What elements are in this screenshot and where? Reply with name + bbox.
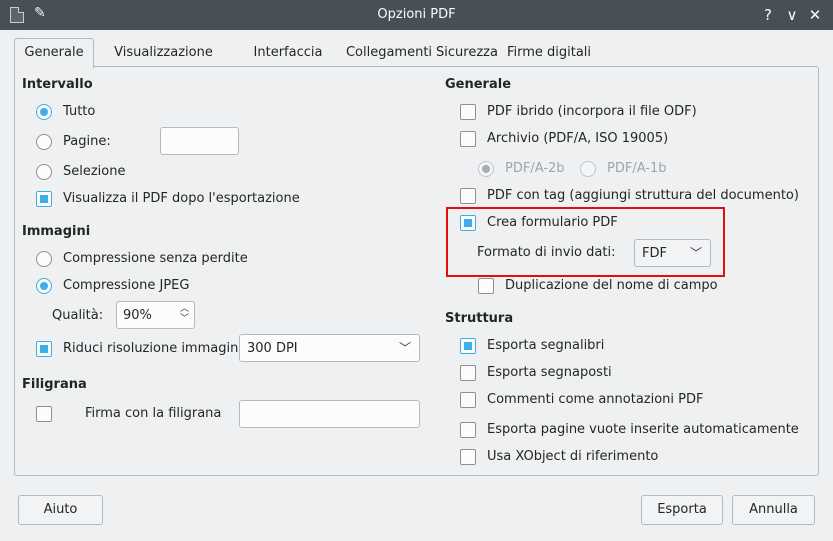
label-pages: Pagine: <box>63 134 111 149</box>
checkbox-comments-annotations[interactable] <box>460 392 476 408</box>
close-icon[interactable]: ✕ <box>805 4 825 26</box>
radio-lossless[interactable] <box>36 251 52 267</box>
label-hybrid-pdf: PDF ibrido (incorpora il file ODF) <box>487 104 697 119</box>
help-icon[interactable]: ? <box>758 4 778 26</box>
label-all: Tutto <box>63 104 96 119</box>
checkbox-tagged-pdf[interactable] <box>460 188 476 204</box>
label-quality: Qualità: <box>52 308 104 323</box>
label-submit-format: Formato di invio dati: <box>477 245 616 260</box>
radio-jpeg[interactable] <box>36 278 52 294</box>
quality-spinbox[interactable]: 90% ︿ ﹀ <box>116 301 195 329</box>
checkbox-reference-xobject[interactable] <box>460 449 476 465</box>
radio-pdfa-2b[interactable] <box>478 161 494 177</box>
cancel-button[interactable]: Annulla <box>732 495 815 525</box>
range-section-title: Intervallo <box>22 77 93 92</box>
label-selection: Selezione <box>63 164 126 179</box>
tab-collegamenti[interactable]: Collegamenti <box>344 41 434 67</box>
tab-sicurezza[interactable]: Sicurezza <box>434 41 500 67</box>
structure-section-title: Struttura <box>445 311 514 326</box>
label-comments-annotations: Commenti come annotazioni PDF <box>487 392 704 407</box>
checkbox-export-blank-pages[interactable] <box>460 422 476 438</box>
quality-value: 90% <box>123 308 152 323</box>
checkbox-watermark[interactable] <box>36 406 52 422</box>
chevron-down-icon: ﹀ <box>398 341 411 355</box>
label-jpeg: Compressione JPEG <box>63 278 190 293</box>
export-button[interactable]: Esporta <box>641 495 723 525</box>
submit-format-value: FDF <box>642 246 667 261</box>
checkbox-create-form[interactable] <box>460 215 476 231</box>
checkbox-hybrid-pdf[interactable] <box>460 104 476 120</box>
label-lossless: Compressione senza perdite <box>63 251 248 266</box>
tab-visualizzazione-iniziale[interactable]: Visualizzazione iniziale <box>95 41 232 84</box>
label-export-placeholders: Esporta segnaposti <box>487 365 612 380</box>
resolution-value: 300 DPI <box>247 341 298 356</box>
watermark-input[interactable] <box>239 400 420 428</box>
checkbox-archive[interactable] <box>460 131 476 147</box>
label-pdfa-2b: PDF/A-2b <box>505 161 565 176</box>
submit-format-combobox[interactable]: FDF ﹀ <box>634 239 711 267</box>
label-reference-xobject: Usa XObject di riferimento <box>487 449 659 464</box>
minimize-icon[interactable]: ∨ <box>782 4 802 26</box>
label-reduce-resolution: Riduci risoluzione immagine <box>63 341 247 356</box>
label-pdfa-1b: PDF/A-1b <box>607 161 667 176</box>
spin-arrows-icon[interactable]: ︿ ﹀ <box>180 304 189 324</box>
checkbox-export-placeholders[interactable] <box>460 365 476 381</box>
radio-all[interactable] <box>36 104 52 120</box>
checkbox-view-pdf[interactable] <box>36 191 52 207</box>
resolution-combobox[interactable]: 300 DPI ﹀ <box>239 334 420 362</box>
label-export-blank-pages: Esporta pagine vuote inserite automatica… <box>487 422 799 437</box>
pages-input[interactable] <box>160 127 239 155</box>
label-export-bookmarks: Esporta segnalibri <box>487 338 605 353</box>
watermark-section-title: Filigrana <box>22 377 87 392</box>
label-view-pdf: Visualizza il PDF dopo l'esportazione <box>63 191 300 206</box>
tab-interfaccia-utente[interactable]: Interfaccia utente <box>233 41 343 84</box>
help-button[interactable]: Aiuto <box>18 495 103 525</box>
radio-selection[interactable] <box>36 164 52 180</box>
window-title: Opzioni PDF <box>377 7 456 22</box>
label-archive: Archivio (PDF/A, ISO 19005) <box>487 131 669 146</box>
radio-pdfa-1b[interactable] <box>580 161 596 177</box>
chevron-down-icon: ﹀ <box>689 246 702 260</box>
label-create-form: Crea formulario PDF <box>487 215 618 230</box>
tab-firme-digitali[interactable]: Firme digitali <box>506 41 592 67</box>
checkbox-duplicate-field-names[interactable] <box>478 278 494 294</box>
label-duplicate-field-names: Duplicazione del nome di campo <box>505 278 718 293</box>
tab-generale[interactable]: Generale <box>14 38 94 68</box>
label-watermark: Firma con la filigrana <box>85 406 222 421</box>
checkbox-export-bookmarks[interactable] <box>460 338 476 354</box>
images-section-title: Immagini <box>22 224 91 239</box>
title-bar: ✎ Opzioni PDF ? ∨ ✕ <box>0 0 833 30</box>
checkbox-reduce-resolution[interactable] <box>36 341 52 357</box>
general-section-title: Generale <box>445 77 512 92</box>
radio-pages[interactable] <box>36 134 52 150</box>
label-tagged-pdf: PDF con tag (aggiungi struttura del docu… <box>487 188 799 203</box>
